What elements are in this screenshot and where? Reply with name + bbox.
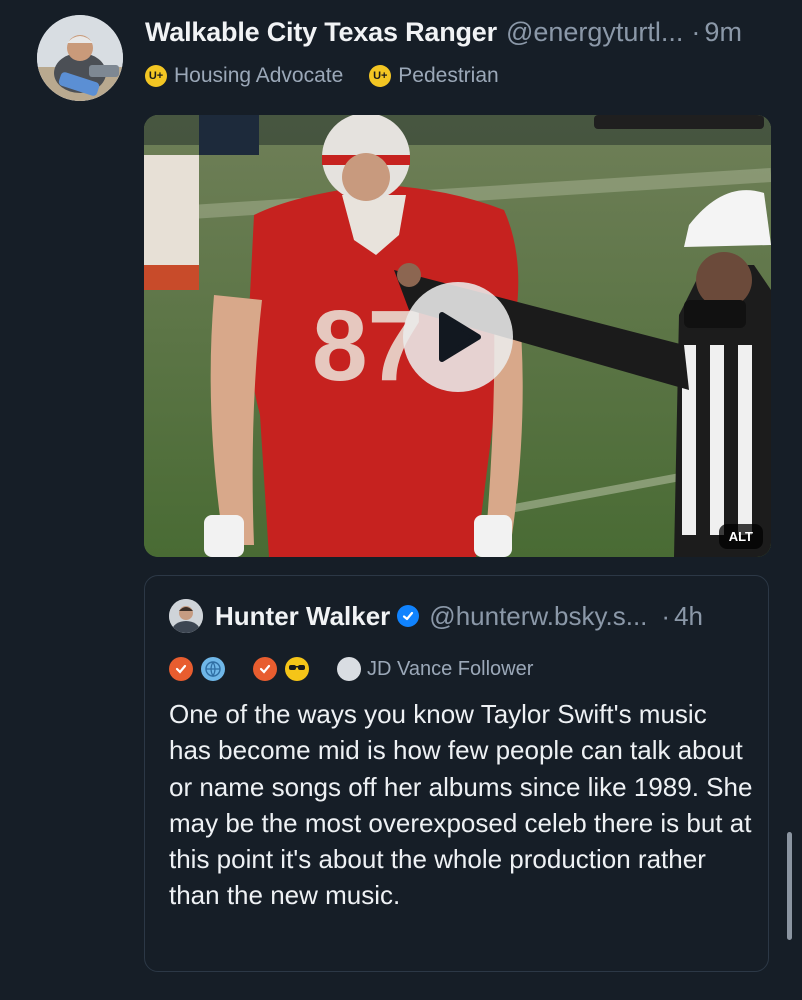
quote-separator: · bbox=[661, 600, 671, 631]
post-timestamp[interactable]: 9m bbox=[704, 17, 742, 48]
badge-housing-advocate: U+ Housing Advocate bbox=[145, 64, 343, 88]
alt-text-button[interactable]: ALT bbox=[718, 524, 763, 549]
play-icon bbox=[439, 312, 481, 362]
unicode-plus-icon: U+ bbox=[145, 65, 167, 87]
post-header: Walkable City Texas Ranger @energyturtl.… bbox=[145, 12, 772, 52]
quote-timestamp[interactable]: 4h bbox=[674, 601, 703, 632]
globe-icon bbox=[201, 657, 225, 681]
author-badges: U+ Housing Advocate U+ Pedestrian bbox=[145, 60, 525, 92]
play-button[interactable] bbox=[403, 282, 513, 392]
check-badge-icon bbox=[253, 657, 277, 681]
check-badge-icon bbox=[169, 657, 193, 681]
quote-author-handle[interactable]: @hunterw.bsky.s... bbox=[429, 601, 647, 632]
post: Walkable City Texas Ranger @energyturtl.… bbox=[0, 0, 802, 1000]
badge-pedestrian: U+ Pedestrian bbox=[369, 64, 499, 88]
badge-label: Housing Advocate bbox=[174, 64, 344, 87]
sunglasses-emoji-icon bbox=[285, 657, 309, 681]
author-handle[interactable]: @energyturtl... bbox=[506, 17, 683, 48]
author-name[interactable]: Walkable City Texas Ranger bbox=[145, 17, 497, 48]
quote-author-avatar[interactable] bbox=[169, 599, 203, 633]
quote-header: Hunter Walker @hunterw.bsky.s... · 4h bbox=[215, 596, 746, 636]
verified-icon bbox=[397, 605, 420, 627]
quote-body-text: One of the ways you know Taylor Swift's … bbox=[169, 699, 753, 911]
badge-label: Pedestrian bbox=[398, 64, 499, 87]
video-embed[interactable]: 87 ALT bbox=[144, 115, 771, 557]
header-separator: · bbox=[691, 16, 701, 47]
unicode-plus-icon: U+ bbox=[369, 65, 392, 87]
scrollbar-thumb[interactable] bbox=[787, 832, 792, 940]
quote-badge-label: JD Vance Follower bbox=[367, 657, 534, 680]
quote-author-badges: JD Vance Follower bbox=[169, 654, 533, 684]
quoted-post[interactable]: Hunter Walker @hunterw.bsky.s... · 4h JD… bbox=[144, 575, 769, 972]
follower-badge-icon bbox=[337, 657, 361, 681]
author-avatar[interactable] bbox=[37, 15, 123, 101]
quote-author-name[interactable]: Hunter Walker bbox=[215, 601, 390, 632]
